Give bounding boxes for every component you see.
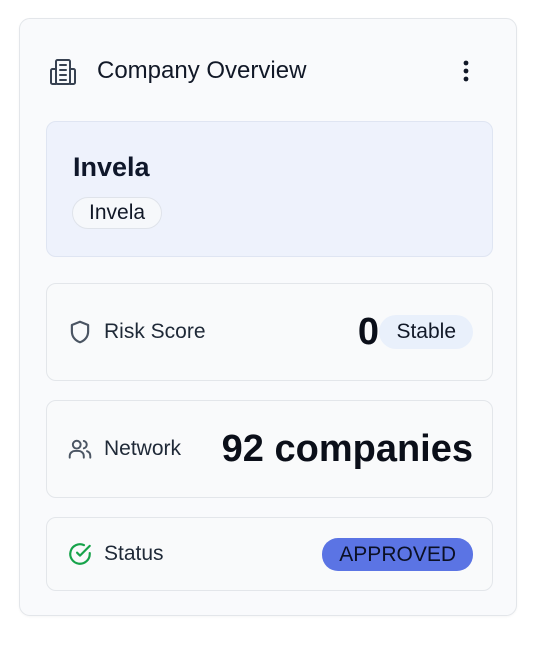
more-options-button[interactable] [451,55,481,87]
company-summary: Invela Invela [46,121,493,257]
status-label: Status [104,542,164,565]
risk-trend-badge: Stable [379,315,473,349]
status-row: Status APPROVED [46,517,493,591]
card-header: Company Overview [20,19,516,123]
network-row: Network 92 companies [46,400,493,498]
card-title: Company Overview [97,57,307,84]
company-name: Invela [73,152,150,182]
users-icon [67,436,93,462]
check-circle-icon [67,541,93,567]
company-overview-card: Company Overview Invela Invela Risk Scor… [19,18,517,616]
shield-icon [67,319,93,345]
risk-score-label: Risk Score [104,320,206,343]
risk-score-row: Risk Score 0 Stable [46,283,493,381]
network-label: Network [104,437,182,460]
more-vertical-icon [463,60,469,82]
company-tag: Invela [72,197,163,229]
building-icon [47,56,79,88]
risk-score-value: 0 [357,311,379,353]
status-badge: APPROVED [322,538,473,571]
network-value: 92 companies [221,428,473,470]
